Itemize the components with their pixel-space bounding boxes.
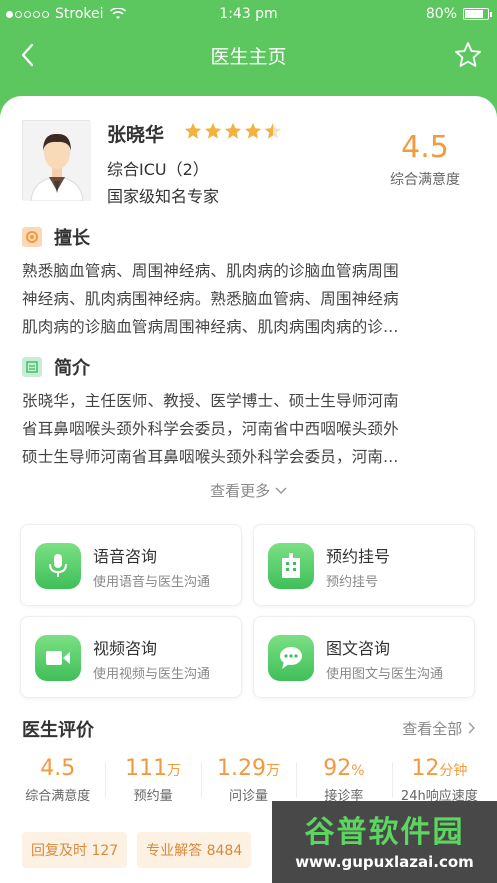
- stat-satisfaction: 4.5 综合满意度: [10, 756, 105, 804]
- watermark-title: 谷普软件园: [304, 815, 465, 850]
- status-time: 1:43 pm: [219, 6, 278, 22]
- doctor-avatar: [22, 120, 91, 202]
- battery-percent: 80%: [425, 6, 457, 22]
- view-all-link[interactable]: 查看全部: [402, 718, 475, 739]
- specialty-header: 擅长: [22, 224, 90, 250]
- stat-value: 4.5: [40, 756, 76, 781]
- appointment-card[interactable]: 预约挂号 预约挂号: [253, 524, 475, 606]
- video-consult-card[interactable]: 视频咨询 使用视频与医生沟通: [20, 616, 242, 698]
- page-title: 医生主页: [210, 46, 287, 68]
- microphone-icon: [35, 543, 81, 589]
- watermark: 谷普软件园 www.gupuxlazai.com: [272, 801, 497, 883]
- chat-icon: [268, 635, 314, 681]
- stat-value: 12: [411, 756, 440, 781]
- card-title: 预约挂号: [326, 547, 391, 566]
- intro-icon: [22, 357, 42, 377]
- specialty-line: 肌肉病的诊脑血管病周围神经病、肌肉病围肉病的诊...: [22, 318, 399, 336]
- view-more-link[interactable]: 查看更多: [0, 480, 497, 501]
- view-more-label: 查看更多: [210, 482, 271, 500]
- tag-chip[interactable]: 专业解答 8484: [137, 832, 252, 868]
- intro-title: 简介: [54, 358, 90, 379]
- hospital-icon: [268, 543, 314, 589]
- battery-icon: [463, 8, 492, 20]
- text-consult-card[interactable]: 图文咨询 使用图文与医生沟通: [253, 616, 475, 698]
- rating-stars: [184, 122, 282, 140]
- stat-value: 111: [125, 756, 168, 781]
- stat-appointments: 111万 预约量: [105, 756, 200, 804]
- video-icon: [35, 635, 81, 681]
- card-subtitle: 使用图文与医生沟通: [326, 667, 444, 682]
- card-title: 视频咨询: [93, 639, 158, 658]
- stat-value: 1.29: [217, 756, 266, 781]
- stat-value: 92: [323, 756, 352, 781]
- favorite-star-icon[interactable]: [453, 40, 483, 70]
- score-value: 4.5: [401, 130, 449, 165]
- star-full-icon: [244, 122, 262, 139]
- stat-unit: 万: [167, 763, 182, 779]
- card-title: 图文咨询: [326, 639, 391, 658]
- score-label: 综合满意度: [390, 172, 460, 188]
- content-sheet: 张晓华 综合ICU（2） 国家级知名专家 4.5 综合满意度 擅长 熟悉脑血管病…: [0, 96, 497, 883]
- card-subtitle: 预约挂号: [326, 575, 379, 590]
- voice-consult-card[interactable]: 语音咨询 使用语音与医生沟通: [20, 524, 242, 606]
- doctor-title: 国家级知名专家: [107, 187, 220, 206]
- card-title: 语音咨询: [93, 547, 158, 566]
- specialty-line: 神经病、肌肉病围神经病。熟悉脑血管病、周围神经病: [22, 290, 399, 308]
- stat-unit: 分钟: [439, 763, 468, 779]
- star-half-icon: [264, 122, 282, 139]
- stat-label: 预约量: [133, 789, 173, 804]
- star-full-icon: [204, 122, 222, 139]
- specialty-line: 熟悉脑血管病、周围神经病、肌肉病的诊脑血管病周围: [22, 262, 399, 280]
- navbar: 医生主页: [0, 30, 497, 82]
- intro-line: 省耳鼻咽喉头颈外科学会委员，河南省中西咽喉头颈外: [22, 420, 399, 438]
- intro-text: 张晓华，主任医师、教授、医学博士、硕士生导师河南 省耳鼻咽喉头颈外科学会委员，河…: [22, 387, 475, 471]
- evaluation-tags: 回复及时 127 专业解答 8484: [22, 832, 252, 868]
- chevron-down-icon: [275, 487, 287, 494]
- stat-unit: %: [351, 763, 365, 779]
- tag-chip[interactable]: 回复及时 127: [22, 832, 128, 868]
- doctor-profile: 张晓华 综合ICU（2） 国家级知名专家 4.5 综合满意度: [22, 120, 475, 210]
- intro-header: 简介: [22, 354, 90, 380]
- satisfaction-score: 4.5 综合满意度: [375, 130, 475, 189]
- stat-acceptance-rate: 92% 接诊率: [296, 756, 391, 804]
- view-all-label: 查看全部: [402, 720, 463, 738]
- watermark-url: www.gupuxlazai.com: [295, 853, 474, 871]
- evaluation-title: 医生评价: [22, 720, 94, 741]
- stat-consultations: 1.29万 问诊量: [200, 756, 296, 804]
- specialty-icon: [22, 227, 42, 247]
- card-subtitle: 使用视频与医生沟通: [93, 667, 211, 682]
- evaluation-stats: 4.5 综合满意度 111万 预约量 1.29万 问诊量 92% 接诊率 12分…: [10, 756, 487, 804]
- star-full-icon: [184, 122, 202, 139]
- stat-label: 综合满意度: [25, 789, 91, 804]
- status-bar: Strokei 1:43 pm 80%: [0, 0, 497, 30]
- star-full-icon: [224, 122, 242, 139]
- specialty-text: 熟悉脑血管病、周围神经病、肌肉病的诊脑血管病周围 神经病、肌肉病围神经病。熟悉脑…: [22, 257, 475, 341]
- stat-response-speed: 12分钟 24h响应速度: [391, 756, 487, 804]
- chevron-right-icon: [468, 722, 475, 734]
- card-subtitle: 使用语音与医生沟通: [93, 575, 211, 590]
- doctor-name: 张晓华: [107, 124, 165, 146]
- doctor-department: 综合ICU（2）: [107, 160, 209, 179]
- intro-line: 硕士生导师河南省耳鼻咽喉头颈外科学会委员，河南...: [22, 448, 399, 466]
- intro-line: 张晓华，主任医师、教授、医学博士、硕士生导师河南: [22, 392, 399, 410]
- specialty-title: 擅长: [54, 228, 90, 249]
- stat-unit: 万: [266, 763, 280, 779]
